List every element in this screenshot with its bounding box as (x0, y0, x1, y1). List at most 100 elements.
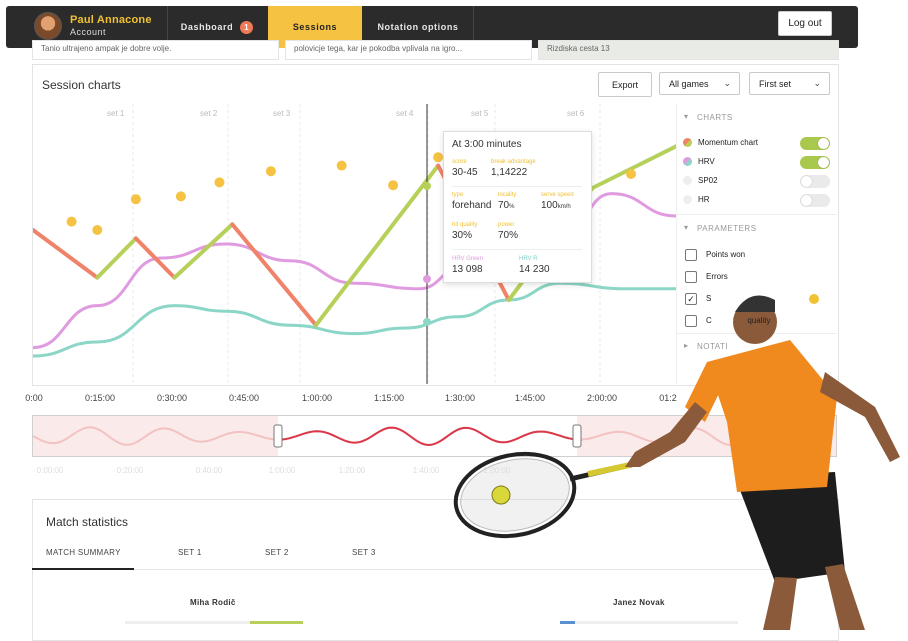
tooltip-label: HRV R (519, 256, 538, 262)
momentum-segment (590, 144, 676, 190)
match-statistics-title: Match statistics (46, 515, 129, 529)
momentum-segment (313, 163, 441, 328)
cursor-marker (423, 318, 431, 326)
tooltip-divider (452, 249, 582, 250)
chart-toggle-label: Momentum chart (698, 138, 759, 147)
tooltip-value: 13 098 (452, 264, 483, 275)
parameter-checkbox[interactable] (685, 315, 697, 327)
parameter-checkbox[interactable] (685, 271, 697, 283)
note-text: polovicje tega, kar je pokodba vplivala … (294, 44, 463, 53)
x-tick-label: 1:15:00 (373, 393, 405, 403)
event-point[interactable] (388, 180, 399, 191)
collapse-icon[interactable]: ▾ (684, 112, 689, 121)
tooltip-value: 14 230 (519, 264, 550, 275)
parameter-label: Points won (706, 250, 746, 259)
charts-heading: CHARTS (697, 113, 733, 122)
parameter-label: C quality (706, 316, 771, 325)
user-name[interactable]: Paul Annacone (70, 14, 152, 26)
chart-toggle-label: HRV (698, 157, 715, 166)
x-tick-label: 01:2 (659, 393, 677, 403)
session-charts-title: Session charts (42, 78, 121, 92)
toggle-knob (801, 195, 812, 206)
momentum-segment (172, 222, 235, 280)
set-label: set 5 (471, 109, 489, 118)
games-select[interactable]: All games ⌄ (659, 72, 740, 95)
tooltip-value: forehand (452, 200, 492, 211)
chevron-down-icon: ⌄ (723, 78, 731, 88)
tab-set-2[interactable]: SET 2 (265, 548, 289, 557)
set-label: set 2 (200, 109, 218, 118)
set-select-value: First set (759, 78, 792, 89)
chart-toggle-label: HR (698, 195, 710, 204)
event-point[interactable] (130, 194, 141, 205)
tooltip-value: 30-45 (452, 167, 478, 178)
event-point[interactable] (66, 216, 77, 227)
toggle-knob (818, 157, 829, 168)
stat-bar-fill (250, 621, 303, 624)
event-point[interactable] (92, 225, 103, 235)
x-tick-label: 0:00 (25, 393, 43, 403)
series-color-swatch (683, 157, 692, 166)
tab-set-3[interactable]: SET 3 (352, 548, 376, 557)
tooltip-value: 1,14222 (491, 167, 528, 178)
tooltip-value: 100km/h (541, 200, 571, 211)
event-point[interactable] (175, 191, 186, 202)
games-select-value: All games (669, 78, 709, 89)
avatar[interactable] (34, 12, 62, 40)
chart-toggle-label: SP02 (698, 176, 718, 185)
set-label: set 1 (107, 109, 125, 118)
panel-divider (676, 214, 837, 215)
timeline-handle[interactable] (273, 424, 283, 448)
player-a-name: Miha Rodič (190, 598, 236, 607)
tooltip-label: HRV Green (452, 256, 483, 262)
logout-button[interactable]: Log out (778, 11, 832, 36)
chart-toggle[interactable] (800, 156, 830, 169)
series-color-swatch (683, 176, 692, 185)
notification-badge: 1 (240, 20, 254, 34)
tooltip-label: power (498, 222, 515, 228)
timeline-tick-label: 1:40:00 (412, 466, 440, 475)
collapse-icon[interactable]: ▾ (684, 223, 689, 232)
tennis-player-illustration (453, 294, 900, 630)
tooltip-label: score (452, 159, 467, 165)
x-tick-label: 0:15:00 (84, 393, 116, 403)
chart-toggle[interactable] (800, 137, 830, 150)
parameter-checkbox[interactable]: ✓ (685, 293, 697, 305)
chart-toggle[interactable] (800, 194, 830, 207)
tooltip-value: 30% (452, 230, 473, 241)
x-tick-label: 0:45:00 (228, 393, 260, 403)
parameters-heading: PARAMETERS (697, 224, 757, 233)
tooltip-title: At 3:00 minutes (452, 139, 522, 150)
tooltip-value: 70% (498, 230, 519, 241)
momentum-segment (95, 236, 138, 280)
parameter-label: S (706, 294, 712, 303)
set-label: set 3 (273, 109, 291, 118)
note-card: Tanio ultrajeno ampak je dobre volje. (32, 40, 279, 60)
set-select[interactable]: First set ⌄ (749, 72, 830, 95)
tooltip-label: type (452, 192, 464, 198)
chart-toggle[interactable] (800, 175, 830, 188)
set-label: set 4 (396, 109, 414, 118)
note-text: Tanio ultrajeno ampak je dobre volje. (41, 44, 172, 53)
user-role: Account (70, 27, 107, 37)
event-point[interactable] (214, 177, 225, 188)
tooltip-value: 70% (498, 200, 515, 211)
momentum-segment (33, 228, 100, 280)
parameter-checkbox[interactable] (685, 249, 697, 261)
export-button[interactable]: Export (598, 72, 652, 97)
tab-match-summary[interactable]: MATCH SUMMARY (46, 548, 121, 557)
event-point[interactable] (265, 166, 276, 177)
cursor-marker (423, 182, 431, 190)
timeline-tick-label: 1:20:00 (338, 466, 366, 475)
event-point[interactable] (625, 169, 636, 179)
timeline-tick-label: 0:40:00 (195, 466, 223, 475)
note-card: polovicje tega, kar je pokodba vplivala … (285, 40, 532, 60)
timeline-tick-label: 0:00:00 (36, 466, 64, 475)
tooltip-label: hit quality (452, 222, 478, 228)
x-tick-label: 0:30:00 (156, 393, 188, 403)
tab-set-1[interactable]: SET 1 (178, 548, 202, 557)
nav-dashboard-label: Dashboard (180, 22, 234, 32)
tooltip-label: break advantage (491, 159, 536, 165)
event-point[interactable] (433, 152, 444, 163)
event-point[interactable] (336, 160, 347, 171)
